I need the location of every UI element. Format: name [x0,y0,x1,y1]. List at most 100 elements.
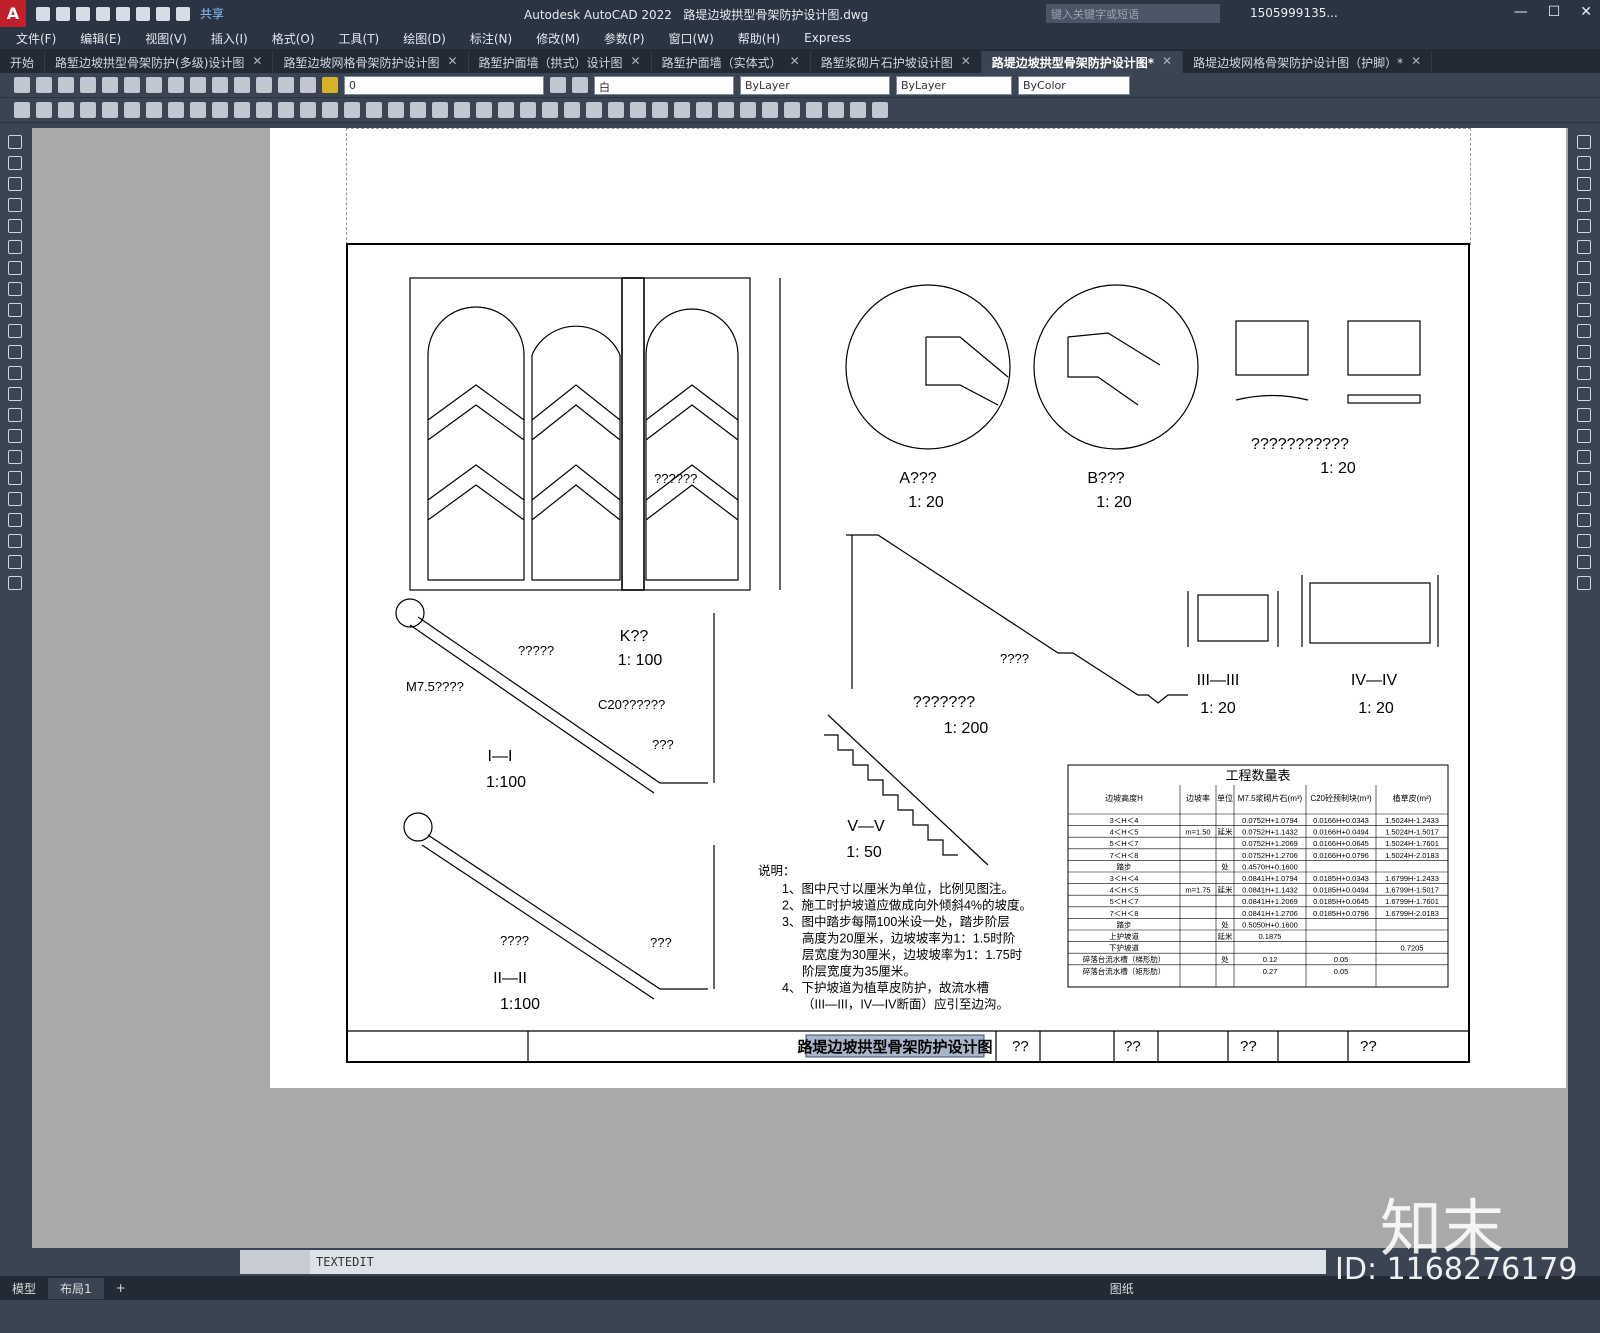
zoom-icon[interactable] [256,77,272,93]
tool-icon[interactable] [828,102,844,118]
close-tab-icon[interactable]: ✕ [961,54,971,73]
open-icon[interactable] [56,6,70,21]
cut-icon[interactable] [102,77,118,93]
search-input[interactable]: 键入关键字或短语 [1046,4,1220,23]
tool-icon[interactable] [850,102,866,118]
menu-item[interactable]: 视图(V) [145,30,187,47]
tool-icon[interactable] [872,102,888,118]
tool-icon[interactable] [8,408,22,422]
menu-item[interactable]: 参数(P) [604,30,645,47]
tool-icon[interactable] [14,102,30,118]
add-layout-button[interactable]: + [104,1279,138,1297]
tool-icon[interactable] [1577,513,1591,527]
tool-icon[interactable] [80,102,96,118]
tool-icon[interactable] [8,471,22,485]
undo-icon[interactable] [190,77,206,93]
menu-item[interactable]: 编辑(E) [80,30,121,47]
close-tab-icon[interactable]: ✕ [790,54,800,73]
tool-icon[interactable] [740,102,756,118]
tool-icon[interactable] [1577,240,1591,254]
properties-icon[interactable] [278,77,294,93]
tool-icon[interactable] [1577,387,1591,401]
tool-icon[interactable] [1577,219,1591,233]
paste-icon[interactable] [146,77,162,93]
tool-icon[interactable] [652,102,668,118]
tool-icon[interactable] [124,102,140,118]
tool-icon[interactable] [8,324,22,338]
help-icon[interactable] [300,77,316,93]
tool-icon[interactable] [410,102,426,118]
save-icon[interactable] [76,6,90,21]
tool-icon[interactable] [1577,345,1591,359]
menu-item[interactable]: 帮助(H) [738,30,780,47]
tool-icon[interactable] [322,102,338,118]
file-tab[interactable]: 路堑浆砌片石护坡设计图 ✕ [811,51,982,73]
copy-icon[interactable] [124,77,140,93]
tool-icon[interactable] [1577,450,1591,464]
close-icon[interactable]: ✕ [1580,4,1592,20]
tool-icon[interactable] [300,102,316,118]
color-select[interactable]: 白 [594,75,734,95]
pan-icon[interactable] [234,77,250,93]
menu-item[interactable]: 标注(N) [470,30,512,47]
close-tab-icon[interactable]: ✕ [1162,54,1172,73]
tool-icon[interactable] [454,102,470,118]
tool-icon[interactable] [102,102,118,118]
tab-model[interactable]: 模型 [0,1278,48,1299]
tool-icon[interactable] [630,102,646,118]
paper-space-toggle[interactable]: 图纸 [1098,1278,1146,1299]
tool-icon[interactable] [8,135,22,149]
command-line[interactable]: TEXTEDIT [240,1250,1326,1274]
file-tab[interactable]: 路堤边坡网格骨架防护设计图（护脚）* ✕ [1183,51,1433,73]
file-tab[interactable]: 开始 [0,51,46,73]
menu-item[interactable]: Express [804,31,851,45]
layer-light-icon[interactable] [322,77,338,93]
tool-icon[interactable] [1577,282,1591,296]
tool-icon[interactable] [1577,177,1591,191]
tool-icon[interactable] [168,102,184,118]
tool-icon[interactable] [8,576,22,590]
tool-icon[interactable] [564,102,580,118]
maximize-icon[interactable]: ☐ [1548,4,1561,20]
tool-icon[interactable] [498,102,514,118]
tool-icon[interactable] [1577,492,1591,506]
plotstyle-select[interactable]: ByColor [1018,75,1130,95]
tool-icon[interactable] [1577,261,1591,275]
file-tab[interactable]: 路堑边坡拱型骨架防护(多级)设计图 ✕ [45,51,274,73]
open-icon[interactable] [36,77,52,93]
tool-icon[interactable] [8,156,22,170]
tool-icon[interactable] [8,219,22,233]
tool-icon[interactable] [388,102,404,118]
tool-icon[interactable] [762,102,778,118]
tool-icon[interactable] [586,102,602,118]
tool-icon[interactable] [8,555,22,569]
new-icon[interactable] [14,77,30,93]
tool-icon[interactable] [8,366,22,380]
menu-item[interactable]: 插入(I) [211,30,248,47]
tool-icon[interactable] [432,102,448,118]
tool-icon[interactable] [8,282,22,296]
print-icon[interactable] [80,77,96,93]
layer-prev-icon[interactable] [572,77,588,93]
menu-item[interactable]: 绘图(D) [403,30,446,47]
tool-icon[interactable] [718,102,734,118]
close-tab-icon[interactable]: ✕ [1411,54,1421,73]
tool-icon[interactable] [784,102,800,118]
plot-icon[interactable] [136,6,150,21]
file-tab[interactable]: 路堑边坡网格骨架防护设计图 ✕ [273,51,469,73]
file-tab[interactable]: 路堑护面墙（实体式） ✕ [652,51,811,73]
tool-icon[interactable] [278,102,294,118]
tab-layout1[interactable]: 布局1 [48,1277,104,1299]
file-tab[interactable]: 路堑护面墙（拱式）设计图 ✕ [469,51,652,73]
tool-icon[interactable] [8,177,22,191]
menu-item[interactable]: 格式(O) [272,30,315,47]
tool-icon[interactable] [542,102,558,118]
tool-icon[interactable] [1577,534,1591,548]
tool-icon[interactable] [1577,576,1591,590]
autocad-logo[interactable]: A [0,0,26,27]
tool-icon[interactable] [8,387,22,401]
match-icon[interactable] [168,77,184,93]
menu-item[interactable]: 文件(F) [16,30,56,47]
tool-icon[interactable] [1577,324,1591,338]
tool-icon[interactable] [146,102,162,118]
